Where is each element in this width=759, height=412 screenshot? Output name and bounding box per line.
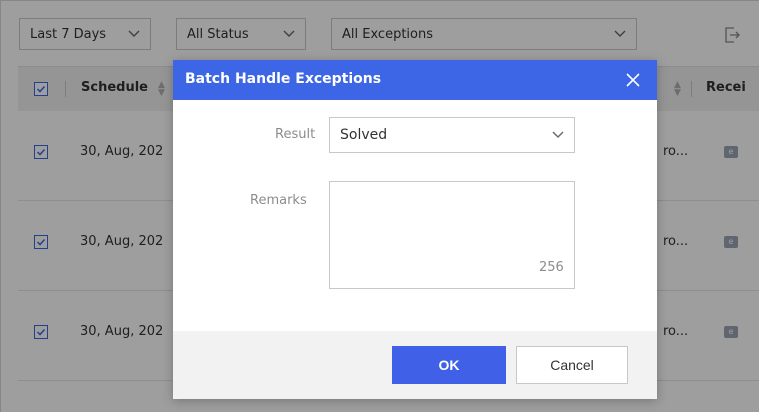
dialog-header: Batch Handle Exceptions: [173, 60, 657, 100]
remarks-label: Remarks: [250, 193, 307, 208]
chevron-down-icon: [552, 128, 564, 143]
dialog-title: Batch Handle Exceptions: [185, 71, 382, 87]
result-select[interactable]: Solved: [329, 117, 575, 153]
result-value: Solved: [340, 127, 388, 143]
cancel-button[interactable]: Cancel: [516, 346, 628, 384]
remarks-char-counter: 256: [539, 260, 564, 275]
batch-handle-dialog: Batch Handle Exceptions Result Solved Re…: [173, 60, 657, 399]
result-label: Result: [275, 127, 316, 142]
ok-button[interactable]: OK: [392, 346, 506, 384]
close-icon[interactable]: [624, 71, 642, 89]
